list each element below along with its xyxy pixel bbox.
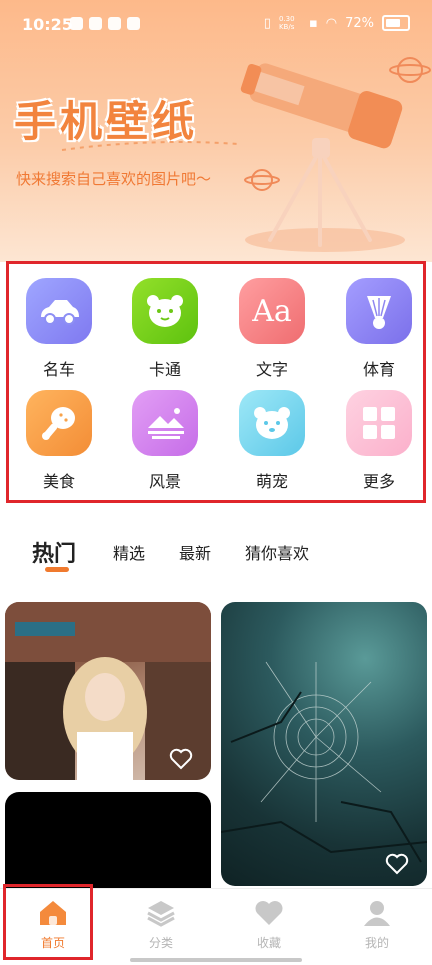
wifi-icon: ◠ xyxy=(325,15,338,31)
active-tab-indicator xyxy=(45,567,69,572)
category-food[interactable]: 美食 xyxy=(14,390,104,500)
category-label: 风景 xyxy=(148,472,181,491)
category-scenery[interactable]: 风景 xyxy=(120,390,210,500)
telescope-illustration xyxy=(240,57,431,252)
pet-icon xyxy=(239,390,305,456)
wallpaper-card[interactable] xyxy=(221,602,427,886)
category-label: 名车 xyxy=(42,360,75,379)
favorite-heart-icon[interactable] xyxy=(169,748,193,770)
system-home-indicator[interactable] xyxy=(130,958,302,962)
net-speed: 0.30 KB/s xyxy=(278,15,295,31)
nav-label: 收藏 xyxy=(256,936,281,950)
category-pets[interactable]: 萌宠 xyxy=(227,390,317,500)
nav-favorites[interactable]: 收藏 xyxy=(224,899,314,951)
category-label: 萌宠 xyxy=(255,472,288,491)
app-subtitle: 快来搜索自己喜欢的图片吧～ xyxy=(16,170,212,188)
category-sports[interactable]: 体育 xyxy=(334,278,424,388)
tab-recommended[interactable]: 猜你喜欢 xyxy=(245,540,309,564)
notification-icon xyxy=(127,17,140,30)
category-grid: 名车 卡通 Aa 文字 体育 美食 风景 萌宠 更多 xyxy=(6,261,426,503)
notification-icon xyxy=(89,17,102,30)
title-swoosh xyxy=(61,141,239,151)
category-label: 体育 xyxy=(362,360,395,379)
status-right: ▯ 0.30 KB/s ▪ ◠ 72% xyxy=(264,15,410,31)
home-tab-highlight xyxy=(3,884,93,960)
category-label: 卡通 xyxy=(148,360,181,379)
category-text[interactable]: Aa 文字 xyxy=(227,278,317,388)
notification-icon xyxy=(70,17,83,30)
category-car[interactable]: 名车 xyxy=(14,278,104,388)
category-label: 更多 xyxy=(362,472,395,491)
category-more[interactable]: 更多 xyxy=(334,390,424,500)
nav-label: 我的 xyxy=(364,936,389,950)
wallpaper-image xyxy=(221,661,427,863)
grid-icon xyxy=(346,390,412,456)
wallpaper-card[interactable] xyxy=(5,602,211,780)
car-icon xyxy=(26,278,92,344)
notification-icon xyxy=(108,17,121,30)
bear-icon xyxy=(132,278,198,344)
category-label: 文字 xyxy=(255,360,288,379)
user-icon xyxy=(364,901,390,926)
drumstick-icon xyxy=(26,390,92,456)
nav-label: 分类 xyxy=(148,936,173,950)
status-time: 10:25 xyxy=(22,15,73,34)
notification-icons xyxy=(70,17,140,30)
tab-featured[interactable]: 精选 xyxy=(113,540,145,564)
category-label: 美食 xyxy=(42,472,75,491)
landscape-icon xyxy=(132,390,198,456)
battery-text: 72% xyxy=(345,15,374,31)
sim-icon: ▪ xyxy=(308,15,318,31)
category-cartoon[interactable]: 卡通 xyxy=(120,278,210,388)
status-bar: 10:25 ▯ 0.30 KB/s ▪ ◠ 72% xyxy=(0,0,432,50)
layers-icon xyxy=(147,901,175,927)
badminton-icon xyxy=(346,278,412,344)
heart-icon xyxy=(255,901,283,925)
nav-category[interactable]: 分类 xyxy=(116,899,206,951)
tab-latest[interactable]: 最新 xyxy=(179,540,211,564)
header-banner: 10:25 ▯ 0.30 KB/s ▪ ◠ 72% 手机壁纸 快来搜索自己喜欢的… xyxy=(0,0,432,262)
vibrate-icon: ▯ xyxy=(263,15,271,31)
text-aa-icon: Aa xyxy=(239,278,305,344)
favorite-heart-icon[interactable] xyxy=(385,853,409,875)
tab-hot[interactable]: 热门 xyxy=(32,536,76,568)
nav-profile[interactable]: 我的 xyxy=(332,899,422,951)
battery-icon xyxy=(382,15,410,31)
